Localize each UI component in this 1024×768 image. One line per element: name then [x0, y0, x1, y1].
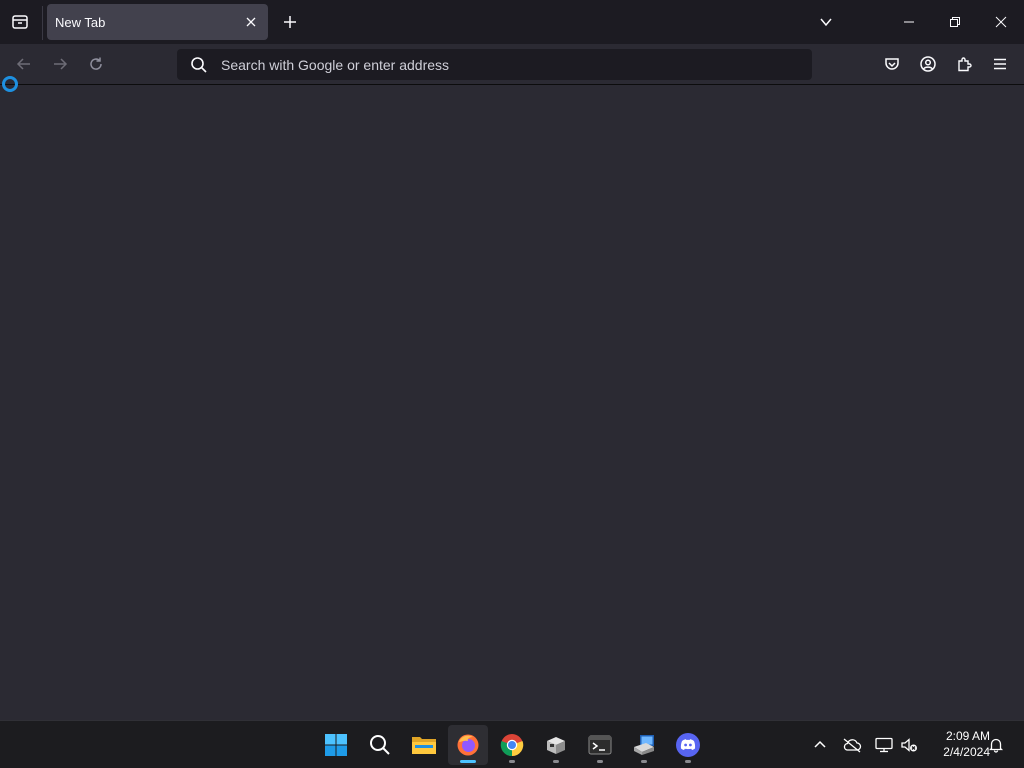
chevron-down-icon: [820, 18, 832, 27]
tab-separator: [42, 6, 43, 40]
running-indicator: [553, 760, 559, 763]
clock-date: 2/4/2024: [943, 745, 990, 759]
running-indicator: [597, 760, 603, 763]
folder-icon: [412, 737, 436, 754]
package-app-taskbar-button[interactable]: [536, 725, 576, 765]
puzzle-icon: [958, 57, 972, 72]
running-indicator: [641, 760, 647, 763]
chevron-up-icon: [814, 740, 826, 748]
account-icon: [920, 56, 936, 72]
bell-icon: [988, 738, 1004, 753]
taskbar-search-button[interactable]: [360, 725, 400, 765]
back-button[interactable]: [8, 48, 40, 80]
address-bar[interactable]: [177, 49, 812, 80]
pocket-icon: [885, 58, 899, 70]
restore-button[interactable]: [932, 0, 978, 44]
reload-icon: [90, 57, 102, 70]
chrome-taskbar-button[interactable]: [492, 725, 532, 765]
arrow-right-icon: [54, 58, 68, 70]
firefox-view-button[interactable]: [0, 0, 40, 44]
new-tab-button[interactable]: [276, 8, 304, 36]
tab-new-tab[interactable]: New Tab: [47, 4, 268, 40]
onedrive-tray-icon[interactable]: [840, 733, 864, 757]
search-icon: [190, 56, 208, 74]
terminal-taskbar-button[interactable]: [580, 725, 620, 765]
account-button[interactable]: [912, 48, 944, 80]
volume-tray-icon[interactable]: [897, 733, 921, 757]
firefox-icon: [457, 734, 479, 756]
forward-button[interactable]: [44, 48, 76, 80]
running-indicator: [685, 760, 691, 763]
discord-icon: [676, 733, 700, 757]
chrome-icon: [500, 734, 524, 757]
app-menu-button[interactable]: [984, 48, 1016, 80]
show-hidden-icons-button[interactable]: [808, 733, 832, 757]
ethernet-monitor-icon: [875, 737, 893, 753]
terminal-icon: [588, 735, 612, 755]
firefox-taskbar-button[interactable]: [448, 725, 488, 765]
tab-strip: New Tab: [0, 0, 1024, 44]
start-button[interactable]: [316, 725, 356, 765]
close-icon: [995, 16, 1007, 28]
computer-install-icon: [634, 735, 654, 755]
network-tray-icon[interactable]: [872, 733, 896, 757]
arrow-left-icon: [16, 58, 30, 70]
tab-close-button[interactable]: [239, 10, 263, 34]
cloud-offline-icon: [843, 738, 862, 753]
list-all-tabs-button[interactable]: [812, 8, 840, 36]
hamburger-menu-icon: [994, 58, 1006, 70]
minimize-button[interactable]: [886, 0, 932, 44]
running-indicator: [509, 760, 515, 763]
extensions-button[interactable]: [948, 48, 980, 80]
notifications-button[interactable]: [984, 733, 1008, 757]
address-input[interactable]: [221, 56, 812, 73]
page-content: [0, 85, 1024, 720]
minimize-icon: [904, 21, 914, 23]
windows-logo-icon: [325, 734, 347, 756]
taskbar-clock[interactable]: 2:09 AM 2/4/2024: [924, 728, 990, 760]
installer-taskbar-button[interactable]: [624, 725, 664, 765]
package-box-icon: [547, 737, 565, 754]
active-indicator: [460, 760, 476, 763]
discord-taskbar-button[interactable]: [668, 725, 708, 765]
clock-time: 2:09 AM: [945, 729, 990, 743]
speaker-muted-icon: [901, 738, 917, 752]
tab-title: New Tab: [55, 14, 106, 30]
file-explorer-button[interactable]: [404, 725, 444, 765]
restore-icon: [950, 17, 960, 27]
reload-button[interactable]: [80, 48, 112, 80]
pocket-button[interactable]: [876, 48, 908, 80]
navigation-toolbar: [0, 44, 1024, 85]
plus-icon: [284, 16, 296, 28]
close-window-button[interactable]: [978, 0, 1024, 44]
taskbar: 2:09 AM 2/4/2024: [0, 720, 1024, 768]
close-icon: [246, 17, 256, 27]
firefox-view-icon: [12, 15, 28, 29]
search-icon: [370, 735, 390, 755]
